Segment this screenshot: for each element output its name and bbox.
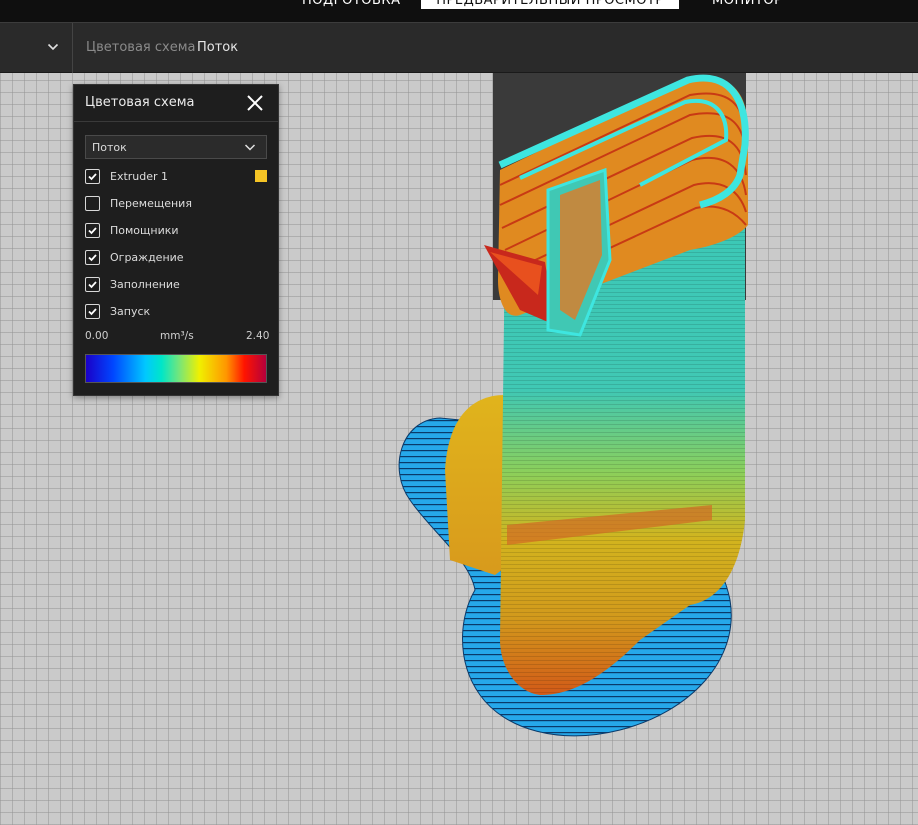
checkbox-row-travels[interactable]: Перемещения [85,196,269,216]
extruder-color-swatch [255,170,267,182]
checkbox-row-helpers[interactable]: Помощники [85,223,269,243]
close-button[interactable] [245,93,265,113]
color-scheme-select[interactable]: Поток [85,135,267,159]
checkbox-label: Помощники [110,224,179,237]
view-header: Цветовая схема Поток [0,22,918,73]
divider [74,121,278,122]
color-scheme-select-value: Поток [92,141,127,154]
legend-min-value: 0.00 [85,330,109,342]
checkbox[interactable] [85,277,100,292]
color-scheme-panel: Цветовая схема Поток Extruder 1 Перемеще… [73,84,279,396]
legend-max-value: 2.40 [246,330,270,342]
panel-title: Цветовая схема [85,95,195,110]
checkbox-label: Перемещения [110,197,192,210]
checkbox-label: Extruder 1 [110,170,169,183]
legend-unit: mm³/s [160,330,194,342]
chevron-down-icon [244,144,256,151]
checkbox[interactable] [85,223,100,238]
color-scheme-label: Цветовая схема [86,40,196,55]
check-icon [88,173,97,181]
checkbox[interactable] [85,250,100,265]
checkbox-label: Запуск [110,305,151,318]
checkbox-label: Ограждение [110,251,184,264]
flow-gradient-legend [85,354,267,383]
stage-tab-preview[interactable]: ПРЕДВАРИТЕЛЬНЫЙ ПРОСМОТР [421,0,679,9]
checkbox-row-shell[interactable]: Ограждение [85,250,269,270]
close-icon [247,95,263,111]
check-icon [88,281,97,289]
check-icon [88,254,97,262]
checkbox-row-starts[interactable]: Запуск [85,304,269,324]
stage-tab-prepare[interactable]: ПОДГОТОВКА [302,0,401,9]
stage-bar: ПОДГОТОВКА ПРЕДВАРИТЕЛЬНЫЙ ПРОСМОТР МОНИ… [0,0,918,22]
check-icon [88,227,97,235]
checkbox-row-extruder-1[interactable]: Extruder 1 [85,169,269,189]
checkbox[interactable] [85,169,100,184]
color-scheme-value[interactable]: Поток [197,40,238,55]
checkbox-row-infill[interactable]: Заполнение [85,277,269,297]
checkbox-label: Заполнение [110,278,180,291]
stage-tab-monitor[interactable]: МОНИТОР [712,0,782,9]
checkbox[interactable] [85,304,100,319]
view-type-dropdown[interactable] [0,23,73,73]
check-icon [88,308,97,316]
checkbox[interactable] [85,196,100,211]
chevron-down-icon [47,43,59,51]
